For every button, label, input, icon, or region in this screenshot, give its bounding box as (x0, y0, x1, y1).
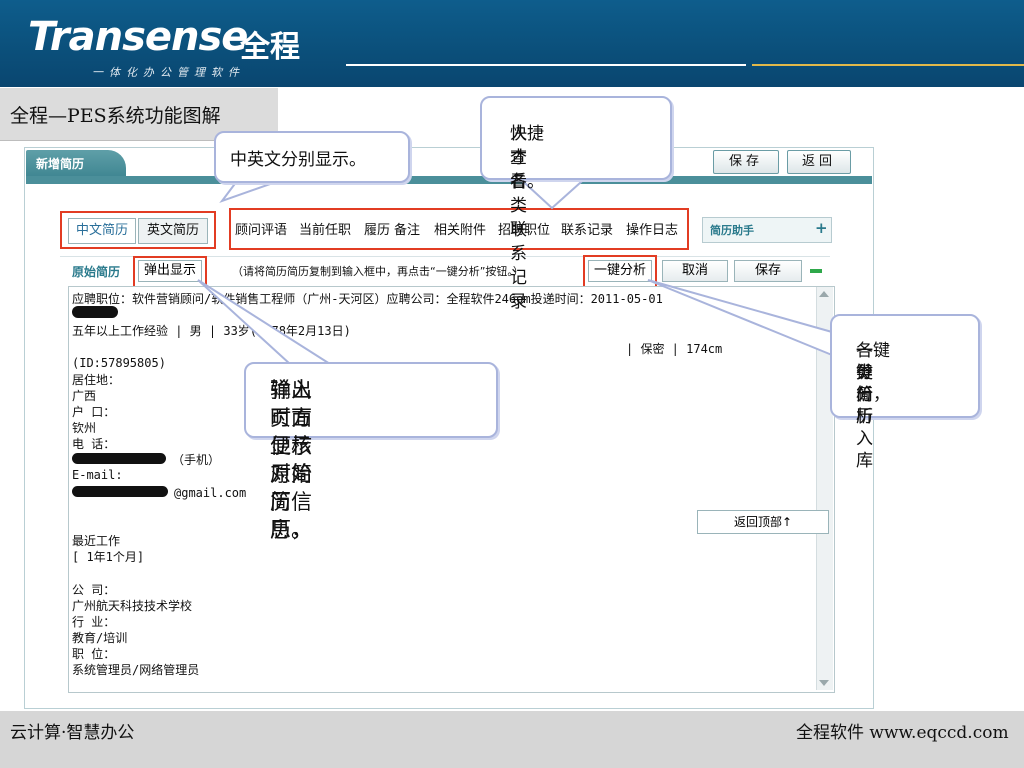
company-value: 广州航天科技技术学校 (72, 599, 193, 613)
callout-one-click-analyze: 一键分析， 各类简历 一键分析入库 (830, 314, 980, 471)
original-resume-label: 原始简历 (72, 265, 121, 279)
work-duration: [ 1年1个月] (72, 550, 145, 564)
hint-text: （请将简历简历复制到输入框中，再点击“一键分析”按钮。） (232, 265, 524, 278)
tab-english-resume[interactable]: 英文简历 (138, 218, 208, 244)
address-label: 居住地： (72, 373, 121, 387)
position-value: 系统管理员/网络管理员 (72, 663, 200, 677)
position-label: 职 位： (72, 647, 116, 661)
resume-line-experience: 五年以上工作经验 | 男 | 33岁(1978年2月13日) (72, 324, 351, 338)
callout-popup-resume: 弹出页面显示原始简历， 输入时方便核对简历信息。 (244, 362, 498, 542)
resume-assistant-label: 简历助手 (710, 224, 754, 237)
one-click-analyze-button[interactable]: 一键分析 (588, 260, 652, 282)
address-value: 广西 (72, 389, 97, 403)
email-label: E-mail: (72, 468, 123, 482)
nav-current-position[interactable]: 当前任职 (299, 219, 351, 238)
recent-work-heading: 最近工作 (72, 534, 121, 548)
save-top-button[interactable]: 保存 (713, 150, 779, 174)
email-suffix: @gmail.com (174, 486, 247, 500)
footer-slogan: 云计算·智慧办公 (10, 723, 135, 743)
popup-display-button[interactable]: 弹出显示 (138, 260, 202, 282)
plus-icon[interactable]: + (815, 219, 828, 237)
brand-tagline: 一体化办公管理软件 (92, 66, 245, 79)
hukou-label: 户 口： (72, 405, 116, 419)
nav-consultant-comment[interactable]: 顾问评语 (235, 219, 287, 238)
hukou-value: 钦州 (72, 421, 97, 435)
redacted-email (72, 484, 168, 498)
nav-attachments[interactable]: 相关附件 (434, 219, 486, 238)
header-divider (346, 64, 746, 66)
redacted-name (72, 306, 118, 321)
brand-logo-cn: 全程 (240, 30, 300, 65)
nav-history[interactable]: 履历 (364, 219, 390, 238)
back-to-top-button[interactable]: 返回顶部↑ (697, 510, 829, 534)
slide-title: 全程—PES系统功能图解 (10, 105, 221, 127)
nav-notes[interactable]: 备注 (394, 219, 420, 238)
tab-new-resume[interactable]: 新增简历 (26, 150, 126, 178)
callout-contact-records: 人才各类联系记录 快捷查看。 (480, 96, 672, 312)
industry-value: 教育/培训 (72, 631, 128, 645)
header-divider-gold (752, 64, 1024, 66)
tel-label: 电 话： (72, 437, 116, 451)
industry-label: 行 业： (72, 615, 116, 629)
nav-operation-log[interactable]: 操作日志 (626, 219, 678, 238)
footer-company: 全程软件 www.eqccd.com (796, 723, 1009, 743)
collapse-icon[interactable] (810, 269, 822, 273)
brand-logo: Transense (28, 14, 248, 60)
back-top-button[interactable]: 返回 (787, 150, 851, 174)
tab-strip (26, 176, 872, 184)
resume-line-height: | 保密 | 174cm (626, 342, 723, 356)
scroll-up-icon[interactable] (819, 291, 829, 297)
resume-line-applied: 应聘职位：软件营销顾问/软件销售工程师（广州-天河区）应聘公司：全程软件246o… (72, 292, 663, 306)
tel-suffix: （手机） (172, 453, 221, 467)
scroll-down-icon[interactable] (819, 680, 829, 686)
cancel-button[interactable]: 取消 (662, 260, 728, 282)
redacted-phone (72, 451, 166, 465)
resume-id: (ID:57895805) (72, 356, 166, 370)
nav-contact-records[interactable]: 联系记录 (561, 219, 613, 238)
save-button[interactable]: 保存 (734, 260, 802, 282)
callout-language-display: 中英文分别显示。 (214, 131, 410, 183)
tab-chinese-resume[interactable]: 中文简历 (68, 218, 136, 244)
company-label: 公 司： (72, 583, 116, 597)
